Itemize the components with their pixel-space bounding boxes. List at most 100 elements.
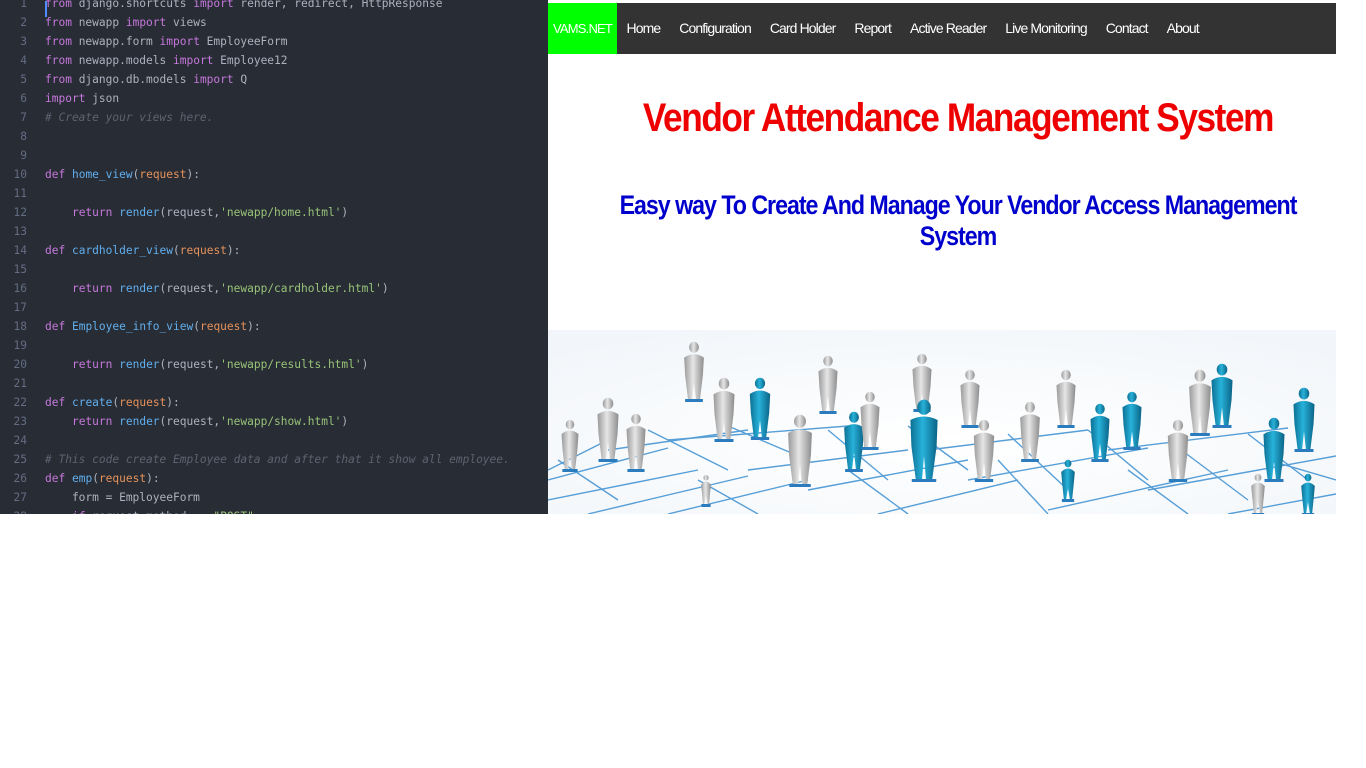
code-token: ):	[186, 168, 200, 181]
line-number: 16	[13, 282, 27, 295]
code-line: 17	[0, 298, 548, 317]
code-token: 'newapp/cardholder.html'	[220, 282, 382, 295]
code-text: if request.method == "POST"	[45, 507, 254, 514]
code-token: newapp.models	[71, 54, 173, 67]
line-number: 23	[13, 415, 27, 428]
code-token: from	[45, 35, 72, 48]
line-number: 27	[13, 491, 27, 504]
code-token: from	[45, 73, 72, 86]
code-text: return render(request,'newapp/results.ht…	[45, 355, 368, 374]
nav-configuration[interactable]: Configuration	[670, 3, 761, 54]
code-line: 20 return render(request,'newapp/results…	[0, 355, 548, 374]
code-text: import json	[45, 89, 119, 108]
code-token: newapp.form	[71, 35, 160, 48]
nav-card-holder[interactable]: Card Holder	[760, 3, 845, 54]
line-number: 20	[13, 358, 27, 371]
line-number: 26	[13, 472, 27, 485]
line-number: 22	[13, 396, 27, 409]
code-token: def	[45, 244, 66, 257]
code-token: 'newapp/show.html'	[220, 415, 342, 428]
line-number: 4	[20, 54, 27, 67]
code-line: 14 def cardholder_view(request):	[0, 241, 548, 260]
code-token: 'newapp/home.html'	[220, 206, 342, 219]
line-number: 19	[13, 339, 27, 352]
code-token: )	[341, 206, 349, 219]
nav-about[interactable]: About	[1157, 3, 1208, 54]
code-token: json	[85, 92, 120, 105]
code-token: render, redirect, HttpResponse	[233, 0, 443, 10]
code-text: from newapp.models import Employee12	[45, 51, 288, 70]
code-line: 4 from newapp.models import Employee12	[0, 51, 548, 70]
code-token: )	[341, 415, 349, 428]
code-token: def	[45, 472, 66, 485]
navbar: VAMS.NET Home Configuration Card Holder Rep…	[548, 3, 1336, 54]
code-text: return render(request,'newapp/cardholder…	[45, 279, 389, 298]
nav-links: Home Configuration Card Holder Report Active…	[617, 3, 1208, 54]
code-token: def	[45, 320, 66, 333]
code-token: (request,	[159, 358, 221, 371]
code-token: )	[361, 358, 369, 371]
code-text: form = EmployeeForm	[45, 488, 200, 507]
code-line: 7 # Create your views here.	[0, 108, 548, 127]
line-number: 7	[20, 111, 27, 124]
code-text: def home_view(request):	[45, 165, 200, 184]
code-token: request	[119, 396, 167, 409]
code-token: Employee_info_view	[71, 320, 194, 333]
line-number: 18	[13, 320, 27, 333]
code-token: 'newapp/results.html'	[220, 358, 362, 371]
website-preview: VAMS.NET Home Configuration Card Holder Rep…	[548, 0, 1336, 514]
page-subtitle: Easy way To Create And Manage Your Vendo…	[619, 190, 1298, 251]
code-token: render	[119, 415, 160, 428]
code-token: import	[159, 35, 200, 48]
code-text: return render(request,'newapp/show.html'…	[45, 412, 348, 431]
line-number: 11	[13, 187, 27, 200]
code-line: 28 if request.method == "POST"	[0, 507, 548, 514]
code-token: render	[119, 358, 160, 371]
code-token: Q	[233, 73, 248, 86]
code-text: from django.db.models import Q	[45, 70, 247, 89]
brand-logo[interactable]: VAMS.NET	[548, 3, 617, 54]
code-token: home_view	[71, 168, 133, 181]
code-line: 11	[0, 184, 548, 203]
nav-contact[interactable]: Contact	[1096, 3, 1157, 54]
code-line: 12 return render(request,'newapp/home.ht…	[0, 203, 548, 222]
code-token: )	[381, 282, 389, 295]
code-token: ):	[146, 472, 160, 485]
code-text: # This code create Employee data and aft…	[45, 450, 510, 469]
code-text: return render(request,'newapp/home.html'…	[45, 203, 348, 222]
code-line: 23 return render(request,'newapp/show.ht…	[0, 412, 548, 431]
code-token: import	[193, 73, 234, 86]
code-token: # This code create Employee data and aft…	[45, 453, 510, 466]
code-line: 2 from newapp import views	[0, 13, 548, 32]
code-token: views	[166, 16, 207, 29]
code-token: from	[45, 54, 72, 67]
code-token: (	[173, 244, 180, 257]
code-line: 21	[0, 374, 548, 393]
code-token: (request,	[159, 206, 221, 219]
line-number: 12	[13, 206, 27, 219]
code-token: (	[193, 320, 200, 333]
line-number: 1	[20, 0, 27, 10]
text-cursor	[45, 1, 47, 17]
line-number: 15	[13, 263, 27, 276]
hero-image	[548, 330, 1336, 514]
nav-live-monitoring[interactable]: Live Monitoring	[996, 3, 1096, 54]
code-token: return	[71, 415, 113, 428]
code-line: 18 def Employee_info_view(request):	[0, 317, 548, 336]
nav-home[interactable]: Home	[617, 3, 670, 54]
code-token: import	[45, 92, 86, 105]
code-line: 16 return render(request,'newapp/cardhol…	[0, 279, 548, 298]
code-token: django.shortcuts	[71, 0, 194, 10]
line-number: 2	[20, 16, 27, 29]
line-number: 13	[13, 225, 27, 238]
code-line: 10 def home_view(request):	[0, 165, 548, 184]
code-editor[interactable]: 1 from django.shortcuts import render, re…	[0, 0, 548, 514]
nav-active-reader[interactable]: Active Reader	[901, 3, 996, 54]
code-text: from newapp import views	[45, 13, 207, 32]
nav-report[interactable]: Report	[845, 3, 901, 54]
code-token: if	[72, 510, 85, 514]
code-token: cardholder_view	[71, 244, 174, 257]
